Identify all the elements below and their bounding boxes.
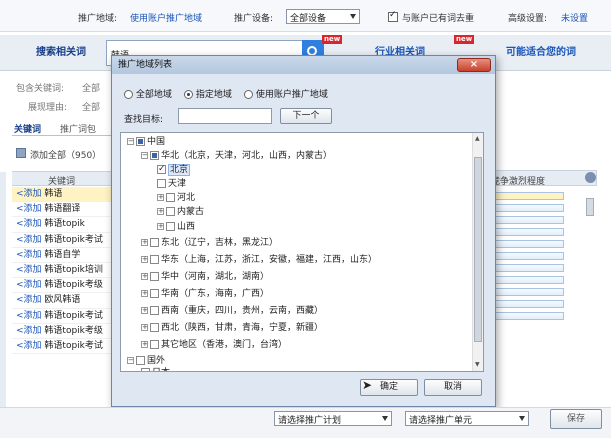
tree-node-tianjin[interactable]: 天津 (157, 178, 186, 191)
find-label: 查找目标: (124, 115, 164, 125)
include-label: 包含关键词: (16, 84, 65, 94)
bottom-action-bar: 请选择推广计划 请选择推广单元 保存 (0, 407, 611, 438)
tab-search-related[interactable]: 搜索相关词 (12, 35, 110, 71)
device-label: 推广设备: (234, 14, 274, 24)
scroll-down-icon[interactable]: ▼ (475, 361, 480, 368)
competition-header: 竞争激烈程度 (482, 170, 597, 187)
list-item[interactable]: <添加 韩语topik考试 (12, 233, 112, 248)
left-edge (0, 172, 6, 412)
device-select[interactable]: 全部设备 (286, 9, 360, 24)
list-item[interactable]: <添加 韩语topik考试 (12, 339, 112, 355)
tree-node-shanxi[interactable]: + 山西 (157, 221, 195, 234)
include-value[interactable]: 全部 (82, 81, 100, 94)
list-item[interactable]: <添加 韩语topik培训 (12, 263, 112, 279)
tree-node-neimenggu[interactable]: + 内蒙古 (157, 206, 204, 219)
chevron-down-icon (382, 416, 388, 421)
region-label: 推广地域: (78, 14, 118, 24)
tree-node-xinan[interactable]: + 西南（重庆，四川，贵州，云南，西藏） (141, 305, 323, 318)
competition-bar (492, 228, 564, 236)
chevron-down-icon (519, 416, 525, 421)
advanced-label: 高级设置: (508, 14, 548, 24)
competition-bars (482, 188, 586, 320)
dedupe-checkbox[interactable]: ✓ (388, 10, 398, 22)
scrollbar-thumb[interactable] (474, 157, 482, 342)
plan-select[interactable]: 请选择推广计划 (274, 411, 392, 426)
keyword-list: <添加 韩语 <添加 韩语翻译 <添加 韩语topik <添加 韩语topik考… (12, 187, 112, 355)
competition-bar (492, 204, 564, 212)
check-icon: ✓ (389, 10, 397, 20)
save-button[interactable]: 保存 (550, 409, 602, 429)
list-item[interactable]: <添加 韩语topik考级 (12, 278, 112, 294)
tree-node-xibei[interactable]: + 西北（陕西，甘肃，青海，宁夏，新疆） (141, 322, 323, 335)
competition-bar (492, 312, 564, 320)
list-item[interactable]: <添加 韩语 (12, 187, 112, 203)
tree-node-japan[interactable]: 日本 (141, 367, 170, 371)
competition-bar (492, 276, 564, 284)
top-settings-bar: 推广地域: 使用账户推广地域 推广设备: 全部设备 ✓ 与账户已有词去重 高级设… (0, 0, 611, 32)
subtab-keywords[interactable]: 关键词 (14, 122, 41, 135)
dedupe-label: 与账户已有词去重 (402, 14, 475, 24)
tree-node-huadong[interactable]: + 华东（上海，江苏，浙江，安徽，福建，江西，山东） (141, 254, 377, 267)
list-item[interactable]: <添加 韩语topik考试 (12, 309, 112, 324)
reason-label: 展现理由: (28, 103, 68, 113)
keyword-subtabs: 关键词 推广词包 (12, 120, 112, 136)
tree-node-huabei[interactable]: − 华北（北京，天津，河北，山西，内蒙古） (141, 150, 332, 163)
unit-select[interactable]: 请选择推广单元 (405, 411, 529, 426)
tree-scrollbar[interactable]: ▲ ▼ (472, 133, 483, 371)
competition-column: 竞争激烈程度 (482, 170, 611, 400)
competition-bar (492, 192, 564, 200)
close-icon: × (469, 59, 479, 70)
tree-node-china[interactable]: − 中国 (127, 136, 165, 149)
keyword-panel: 包含关键词: 全部 展现理由: 全部 关键词 推广词包 添加全部（950） 关键… (0, 72, 112, 412)
reason-value[interactable]: 全部 (82, 100, 100, 113)
subtab-packages[interactable]: 推广词包 (60, 122, 96, 135)
cursor-icon: ➤ (362, 378, 373, 392)
find-input[interactable] (178, 108, 272, 124)
gear-icon[interactable] (585, 172, 596, 183)
competition-bar (492, 252, 564, 260)
add-all-icon (16, 148, 26, 158)
chevron-down-icon (350, 14, 356, 19)
tree-node-huazhong[interactable]: + 华中（河南，湖北，湖南） (141, 271, 269, 284)
close-button[interactable]: × (457, 58, 491, 72)
radio-all-regions[interactable]: 全部地域 (124, 87, 172, 100)
tree-node-beijing[interactable]: 北京 (157, 163, 191, 177)
list-item[interactable]: <添加 韩语翻译 (12, 202, 112, 218)
tree-node-hebei[interactable]: + 河北 (157, 192, 195, 205)
list-item[interactable]: <添加 韩语topik (12, 217, 112, 233)
find-next-button[interactable]: 下一个 (280, 108, 332, 124)
scroll-up-icon[interactable]: ▲ (475, 135, 480, 142)
advanced-link[interactable]: 未设置 (561, 11, 588, 24)
competition-bar (492, 216, 564, 224)
list-item[interactable]: <添加 欧风韩语 (12, 293, 112, 309)
competition-bar (492, 264, 564, 272)
add-all-button[interactable]: 添加全部（950） (30, 148, 101, 161)
tree-node-other[interactable]: + 其它地区（香港，澳门，台湾） (141, 339, 287, 352)
scrollbar-thumb[interactable] (586, 198, 594, 216)
region-link[interactable]: 使用账户推广地域 (130, 11, 202, 24)
dialog-title: 推广地域列表 (112, 56, 495, 74)
tree-node-huanan[interactable]: + 华南（广东，海南，广西） (141, 288, 269, 301)
list-item[interactable]: <添加 韩语topik考级 (12, 324, 112, 339)
tree-node-dongbei[interactable]: + 东北（辽宁，吉林，黑龙江） (141, 237, 278, 250)
region-tree: −中国 −华北（北京，天津，河北，山西，内蒙古） 北京 天津 +河北 +内蒙古 … (120, 132, 484, 372)
list-item[interactable]: <添加 韩语自学 (12, 248, 112, 263)
competition-bar (492, 300, 564, 308)
keyword-column-header: 关键词 (12, 171, 112, 187)
region-list-dialog: 推广地域列表 × 全部地域 指定地域 使用账户推广地域 查找目标: 下一个 − 中… (111, 55, 496, 407)
radio-account-regions[interactable]: 使用账户推广地域 (244, 87, 328, 100)
competition-bar (492, 288, 564, 296)
new-badge: new (454, 35, 475, 44)
cancel-button[interactable]: 取消 (424, 379, 482, 396)
radio-specified-regions[interactable]: 指定地域 (184, 87, 232, 100)
competition-bar (492, 240, 564, 248)
